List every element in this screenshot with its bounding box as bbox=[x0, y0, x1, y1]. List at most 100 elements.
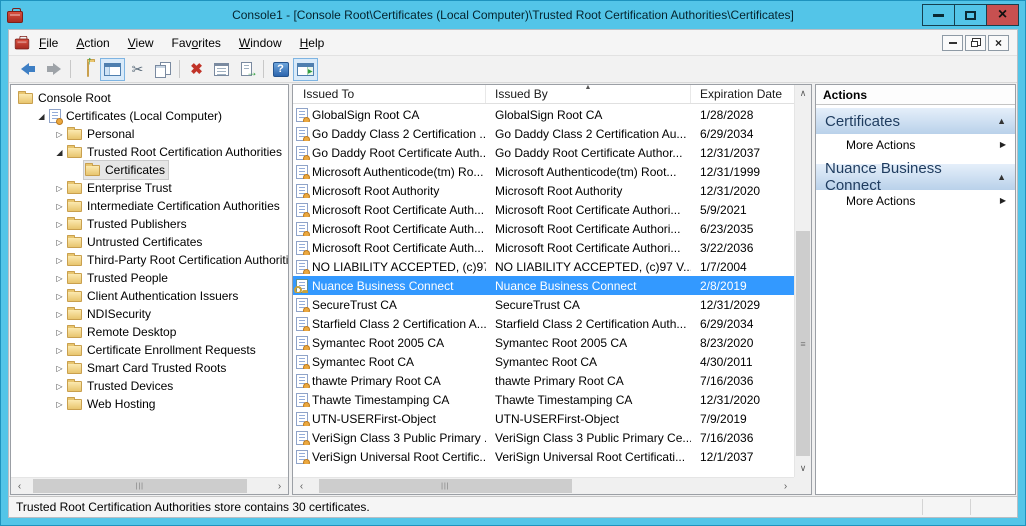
tree-expander-icon[interactable] bbox=[53, 148, 66, 157]
menu-item[interactable]: Action bbox=[67, 32, 118, 54]
tree-item[interactable]: Trusted Root Certification Authorities bbox=[11, 143, 288, 161]
collapse-section-icon[interactable]: ▲ bbox=[997, 116, 1006, 126]
certificate-row[interactable]: Symantec Root CA Symantec Root CA 4/30/2… bbox=[293, 352, 794, 371]
child-restore-button[interactable] bbox=[965, 35, 986, 51]
certificate-row[interactable]: Nuance Business Connect Nuance Business … bbox=[293, 276, 794, 295]
tree-expander-icon[interactable] bbox=[53, 130, 66, 139]
more-actions-item[interactable]: More Actions▶ bbox=[816, 134, 1015, 155]
cut-button[interactable]: ✂ bbox=[125, 58, 150, 81]
tree-expander-icon[interactable] bbox=[53, 292, 66, 301]
scroll-track[interactable]: ||| bbox=[310, 478, 777, 494]
scroll-right-icon[interactable]: › bbox=[271, 478, 288, 494]
certificate-row[interactable]: Symantec Root 2005 CA Symantec Root 2005… bbox=[293, 333, 794, 352]
tree-item[interactable]: Third-Party Root Certification Authoriti… bbox=[11, 251, 288, 269]
scroll-thumb[interactable]: ||| bbox=[319, 479, 571, 493]
menu-item[interactable]: Window bbox=[230, 32, 291, 54]
tree-expander-icon[interactable] bbox=[53, 238, 66, 247]
scroll-thumb[interactable]: ≡ bbox=[796, 231, 810, 457]
tree-item[interactable]: NDISecurity bbox=[11, 305, 288, 323]
tree-horizontal-scrollbar[interactable]: ‹ ||| › bbox=[11, 477, 288, 494]
certificate-row[interactable]: NO LIABILITY ACCEPTED, (c)97 ... NO LIAB… bbox=[293, 257, 794, 276]
column-header-expiration-date[interactable]: Expiration Date bbox=[691, 85, 794, 103]
scroll-track[interactable]: ||| bbox=[28, 478, 271, 494]
tree-expander-icon[interactable] bbox=[53, 382, 66, 391]
certificate-row[interactable]: Microsoft Authenticode(tm) Ro... Microso… bbox=[293, 162, 794, 181]
scroll-left-icon[interactable]: ‹ bbox=[11, 478, 28, 494]
tree-item-label: Certificates bbox=[105, 163, 165, 177]
tree-item[interactable]: Personal bbox=[11, 125, 288, 143]
tree-item[interactable]: Smart Card Trusted Roots bbox=[11, 359, 288, 377]
tree-item[interactable]: Client Authentication Issuers bbox=[11, 287, 288, 305]
collapse-section-icon[interactable]: ▲ bbox=[997, 172, 1006, 182]
scroll-track[interactable]: ≡ bbox=[795, 102, 811, 460]
scroll-down-icon[interactable]: ∨ bbox=[795, 460, 811, 477]
tree-expander-icon[interactable] bbox=[35, 112, 48, 121]
tree-item[interactable]: Certificate Enrollment Requests bbox=[11, 341, 288, 359]
maximize-button[interactable] bbox=[954, 4, 987, 26]
show-hide-console-tree-button[interactable] bbox=[100, 58, 125, 81]
certificate-row[interactable]: VeriSign Class 3 Public Primary ... Veri… bbox=[293, 428, 794, 447]
menu-item[interactable]: Favorites bbox=[163, 32, 230, 54]
child-minimize-button[interactable] bbox=[942, 35, 963, 51]
tree-item[interactable]: Trusted Publishers bbox=[11, 215, 288, 233]
scroll-right-icon[interactable]: › bbox=[777, 478, 794, 494]
certificate-row[interactable]: Microsoft Root Certificate Auth... Micro… bbox=[293, 238, 794, 257]
certificate-row[interactable]: Go Daddy Class 2 Certification ... Go Da… bbox=[293, 124, 794, 143]
close-button[interactable]: × bbox=[986, 4, 1019, 26]
certificate-row[interactable]: Go Daddy Root Certificate Auth... Go Dad… bbox=[293, 143, 794, 162]
tree-expander-icon[interactable] bbox=[53, 202, 66, 211]
list-horizontal-scrollbar[interactable]: ‹ ||| › bbox=[293, 477, 794, 494]
tree-expander-icon[interactable] bbox=[53, 364, 66, 373]
scroll-up-icon[interactable]: ∧ bbox=[795, 85, 811, 102]
tree-item[interactable]: Untrusted Certificates bbox=[11, 233, 288, 251]
tree-expander-icon[interactable] bbox=[53, 310, 66, 319]
certificate-row[interactable]: Microsoft Root Authority Microsoft Root … bbox=[293, 181, 794, 200]
certificate-row[interactable]: Starfield Class 2 Certification A... Sta… bbox=[293, 314, 794, 333]
menu-item[interactable]: View bbox=[119, 32, 163, 54]
actions-section-header[interactable]: Certificates▲ bbox=[816, 108, 1015, 134]
help-button[interactable]: ? bbox=[268, 58, 293, 81]
certificate-row[interactable]: Thawte Timestamping CA Thawte Timestampi… bbox=[293, 390, 794, 409]
export-list-button[interactable]: → bbox=[234, 58, 259, 81]
tree-item[interactable]: Certificates bbox=[11, 161, 288, 179]
certificate-row[interactable]: Microsoft Root Certificate Auth... Micro… bbox=[293, 200, 794, 219]
tree-item[interactable]: Certificates (Local Computer) bbox=[11, 107, 288, 125]
tree-expander-icon[interactable] bbox=[53, 328, 66, 337]
tree-expander-icon[interactable] bbox=[53, 184, 66, 193]
tree-item[interactable]: Trusted Devices bbox=[11, 377, 288, 395]
delete-button[interactable]: ✖ bbox=[184, 58, 209, 81]
column-header-issued-to[interactable]: Issued To bbox=[293, 85, 486, 103]
certificate-row[interactable]: thawte Primary Root CA thawte Primary Ro… bbox=[293, 371, 794, 390]
tree-expander-icon[interactable] bbox=[53, 274, 66, 283]
column-header-issued-by[interactable]: ▲Issued By bbox=[486, 85, 691, 103]
tree-item[interactable]: Enterprise Trust bbox=[11, 179, 288, 197]
copy-button[interactable] bbox=[150, 58, 175, 81]
menu-item[interactable]: File bbox=[30, 32, 67, 54]
certificate-row[interactable]: GlobalSign Root CA GlobalSign Root CA 1/… bbox=[293, 105, 794, 124]
tree-item[interactable]: Trusted People bbox=[11, 269, 288, 287]
tree-expander-icon[interactable] bbox=[53, 346, 66, 355]
tree-item[interactable]: Intermediate Certification Authorities bbox=[11, 197, 288, 215]
show-hide-action-pane-button[interactable] bbox=[293, 58, 318, 81]
properties-button[interactable] bbox=[209, 58, 234, 81]
certificate-row[interactable]: VeriSign Universal Root Certific... Veri… bbox=[293, 447, 794, 466]
child-close-button[interactable]: × bbox=[988, 35, 1009, 51]
tree-expander-icon[interactable] bbox=[53, 220, 66, 229]
certificate-row[interactable]: Microsoft Root Certificate Auth... Micro… bbox=[293, 219, 794, 238]
list-vertical-scrollbar[interactable]: ∧ ≡ ∨ bbox=[794, 85, 811, 477]
menu-item[interactable]: Help bbox=[291, 32, 334, 54]
scroll-left-icon[interactable]: ‹ bbox=[293, 478, 310, 494]
forward-button[interactable] bbox=[41, 58, 66, 81]
actions-section-header[interactable]: Nuance Business Connect▲ bbox=[816, 164, 1015, 190]
tree-item[interactable]: Remote Desktop bbox=[11, 323, 288, 341]
up-one-level-button[interactable]: ↑ bbox=[75, 58, 100, 81]
tree-expander-icon[interactable] bbox=[53, 256, 66, 265]
tree-item[interactable]: Web Hosting bbox=[11, 395, 288, 413]
tree-item[interactable]: Console Root bbox=[11, 89, 288, 107]
back-button[interactable] bbox=[16, 58, 41, 81]
scroll-thumb[interactable]: ||| bbox=[33, 479, 247, 493]
certificate-row[interactable]: UTN-USERFirst-Object UTN-USERFirst-Objec… bbox=[293, 409, 794, 428]
minimize-button[interactable] bbox=[922, 4, 955, 26]
tree-expander-icon[interactable] bbox=[53, 400, 66, 409]
certificate-row[interactable]: SecureTrust CA SecureTrust CA 12/31/2029 bbox=[293, 295, 794, 314]
